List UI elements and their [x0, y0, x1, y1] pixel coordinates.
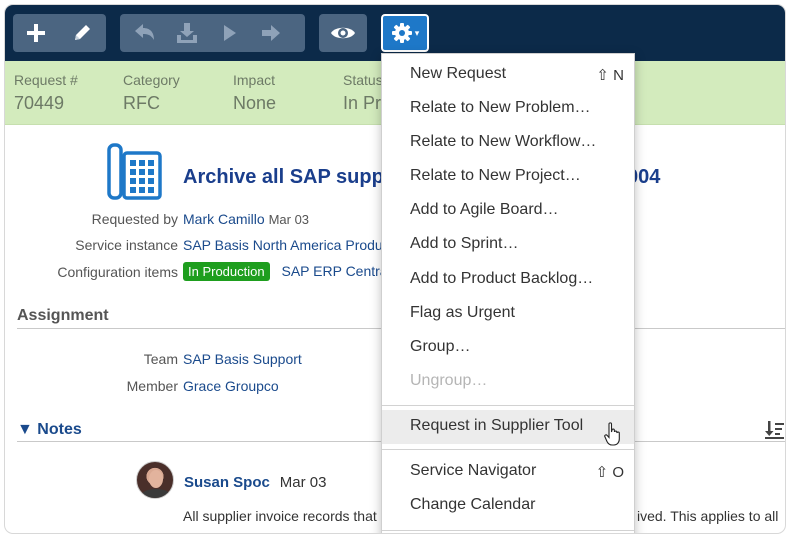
status-value: In Pr [343, 93, 382, 113]
menu-item-flag-urgent[interactable]: Flag as Urgent [382, 297, 634, 331]
create-edit-group [13, 14, 106, 52]
team-label: Team [143, 351, 178, 367]
requester-link[interactable]: Mark Camillo [183, 211, 265, 227]
menu-item-relate-new-workflow[interactable]: Relate to New Workflow… [382, 126, 634, 160]
undo-button[interactable] [124, 14, 166, 52]
avatar [136, 461, 174, 499]
menu-separator [382, 449, 634, 450]
impact-label: Impact [233, 72, 276, 88]
chevron-down-icon: ▾ [414, 27, 420, 38]
request-number-value: 70449 [14, 93, 65, 113]
shortcut-label: ⇧ N [596, 67, 624, 84]
menu-item-request-supplier-tool[interactable]: Request in Supplier Tool [382, 410, 634, 444]
menu-item-relate-new-project[interactable]: Relate to New Project… [382, 160, 634, 194]
menu-item-service-navigator[interactable]: Service Navigator ⇧ O [382, 455, 634, 489]
configuration-item-link[interactable]: SAP ERP Central [282, 263, 391, 279]
note-header: Susan Spoc Mar 03 [184, 474, 326, 491]
hand-cursor-icon [604, 422, 622, 451]
menu-item-ungroup: Ungroup… [410, 372, 488, 389]
eye-icon [331, 27, 355, 39]
menu-item-add-product-backlog[interactable]: Add to Product Backlog… [382, 263, 634, 297]
play-icon [224, 25, 236, 41]
service-instance-label: Service instance [75, 237, 178, 253]
service-instance-link[interactable]: SAP Basis North America Produc [183, 237, 390, 253]
workflow-group [120, 14, 305, 52]
rfc-category-icon [106, 143, 164, 206]
requested-date: Mar 03 [268, 212, 310, 227]
app-frame: ▾ Request # 70449 Category RFC Impact No… [5, 5, 785, 533]
status-field: Status In Pr [343, 72, 383, 114]
play-button[interactable] [208, 14, 250, 52]
team-row: SAP Basis Support [183, 351, 302, 367]
member-label: Member [126, 378, 178, 394]
configuration-items-row: In Production SAP ERP Central [183, 262, 391, 281]
menu-separator [382, 530, 634, 531]
category-label: Category [123, 72, 180, 88]
save-download-button[interactable] [166, 14, 208, 52]
shortcut-label: ⇧ O [595, 464, 624, 481]
note-date: Mar 03 [279, 474, 327, 491]
undo-arrow-icon [135, 24, 154, 40]
view-button[interactable] [319, 14, 367, 52]
edit-button[interactable] [59, 14, 105, 52]
member-row: Grace Groupco [183, 378, 279, 394]
menu-item-relate-new-problem[interactable]: Relate to New Problem… [382, 92, 634, 126]
request-title: Archive all SAP supp [183, 166, 384, 188]
right-arrow-icon [262, 25, 280, 41]
menu-item-add-sprint[interactable]: Add to Sprint… [382, 228, 634, 262]
status-badge: In Production [183, 262, 270, 281]
member-link[interactable]: Grace Groupco [183, 378, 279, 394]
forward-button[interactable] [250, 14, 292, 52]
actions-menu-button[interactable]: ▾ [381, 14, 429, 52]
requested-by-label: Requested by [91, 211, 178, 227]
request-number-field: Request # 70449 [14, 72, 78, 114]
pencil-icon [75, 25, 90, 40]
menu-item-change-calendar[interactable]: Change Calendar [382, 489, 634, 523]
menu-separator [382, 405, 634, 406]
note-text-start: All supplier invoice records that a [183, 508, 389, 524]
add-button[interactable] [13, 14, 59, 52]
download-tray-icon [177, 23, 197, 43]
note-text-end: ived. This applies to all [637, 508, 779, 524]
gear-icon [391, 23, 412, 43]
requested-by-row: Mark Camillo Mar 03 [183, 211, 309, 227]
category-value: RFC [123, 93, 160, 113]
menu-item-add-agile-board[interactable]: Add to Agile Board… [382, 194, 634, 228]
impact-value: None [233, 93, 277, 113]
menu-item-group[interactable]: Group… [382, 331, 634, 365]
team-link[interactable]: SAP Basis Support [183, 351, 302, 367]
category-field: Category RFC [123, 72, 180, 114]
note-author-link[interactable]: Susan Spoc [184, 474, 270, 491]
impact-field: Impact None [233, 72, 276, 114]
sort-icon[interactable] [765, 419, 785, 444]
plus-icon [27, 24, 45, 42]
request-number-label: Request # [14, 72, 78, 88]
menu-item-new-request[interactable]: New Request ⇧ N [382, 58, 634, 92]
status-label: Status [343, 72, 383, 88]
configuration-items-label: Configuration items [57, 264, 178, 280]
service-instance-row: SAP Basis North America Produc [183, 237, 390, 253]
actions-dropdown-menu: New Request ⇧ N Relate to New Problem… R… [381, 53, 635, 533]
